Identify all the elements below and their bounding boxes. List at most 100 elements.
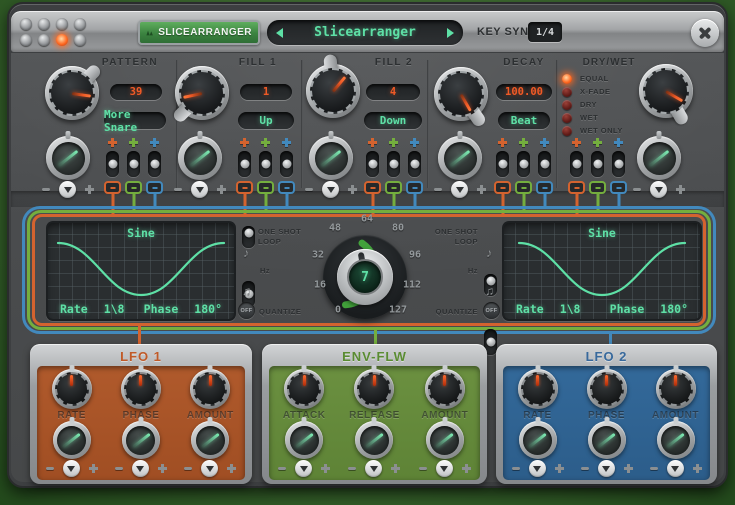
mod-toggle[interactable] <box>408 151 421 177</box>
next-preset-icon[interactable] <box>447 27 454 38</box>
dropdown-button[interactable] <box>62 460 80 477</box>
decay-mode-button[interactable]: Beat <box>498 112 550 129</box>
drywet-option[interactable]: WET ONLY <box>562 125 623 136</box>
quantize-off-button[interactable]: OFF <box>238 302 255 319</box>
minus-icon <box>348 467 357 470</box>
dropdown-button[interactable] <box>365 460 383 477</box>
fill2-knob[interactable] <box>306 54 360 118</box>
phase-value[interactable]: 180° <box>194 302 222 316</box>
mod-toggle[interactable] <box>517 151 530 177</box>
envflw-attack-fine-knob[interactable] <box>285 421 324 459</box>
plus-icon <box>368 138 377 147</box>
plus-icon <box>129 138 138 147</box>
prev-preset-icon[interactable] <box>276 27 283 38</box>
mod-toggle[interactable] <box>496 151 509 177</box>
fill2-value[interactable]: 4 <box>366 84 420 100</box>
fill1-knob[interactable] <box>171 66 229 125</box>
pattern-fine-knob[interactable] <box>46 136 90 180</box>
mod-toggle[interactable] <box>106 151 119 177</box>
one-shot-loop-toggle[interactable] <box>242 226 255 248</box>
drywet-option[interactable]: X-FADE <box>562 86 611 97</box>
plus-icon <box>348 185 357 194</box>
lfo1-amount-knob[interactable] <box>190 369 231 409</box>
drywet-option[interactable]: DRY <box>562 99 597 110</box>
envflw-amount-knob[interactable] <box>424 369 465 409</box>
center-knob[interactable]: 7 <box>337 249 393 305</box>
decay-value[interactable]: 100.00 <box>496 84 552 100</box>
rate-value[interactable]: 1\8 <box>560 302 581 316</box>
envflw-panel: ENV-FLW ATTACK RELEASE AMOUNT <box>262 344 487 484</box>
mod-toggle[interactable] <box>127 151 140 177</box>
mod-toggle[interactable] <box>148 151 161 177</box>
lfo1-rate-knob[interactable] <box>51 369 92 409</box>
dropdown-button[interactable] <box>650 181 667 198</box>
minus-icon <box>45 467 54 470</box>
dropdown-button[interactable] <box>528 460 546 477</box>
drywet-fine-knob[interactable] <box>637 136 681 180</box>
lfo2-rate-fine-knob[interactable] <box>518 421 557 459</box>
dropdown-button[interactable] <box>322 181 339 198</box>
envflw-attack-knob[interactable] <box>284 369 325 409</box>
dropdown-button[interactable] <box>451 181 468 198</box>
phase-value[interactable]: 180° <box>660 302 688 316</box>
lfo2-amount-fine-knob[interactable] <box>656 421 695 459</box>
lfo2-amount-knob[interactable] <box>655 369 696 409</box>
dropdown-button[interactable] <box>191 181 208 198</box>
lfo1-panel-title: LFO 1 <box>120 348 162 364</box>
rate-label: Rate <box>516 302 544 316</box>
mod-pin-icon <box>146 181 163 194</box>
mod-toggle[interactable] <box>570 151 583 177</box>
mod-toggle[interactable] <box>238 151 251 177</box>
dropdown-button[interactable] <box>435 460 453 477</box>
lfo1-phase-fine-knob[interactable] <box>121 421 160 459</box>
lfo1-amount-fine-knob[interactable] <box>191 421 230 459</box>
note-icon: ♪ <box>243 246 249 260</box>
lfo2-phase-fine-knob[interactable] <box>587 421 626 459</box>
pattern-mode-button[interactable]: More Snare <box>104 108 166 134</box>
drywet-option[interactable]: WET <box>562 112 598 123</box>
lfo1-rate-fine-knob[interactable] <box>52 421 91 459</box>
envflw-release-fine-knob[interactable] <box>355 421 394 459</box>
decay-knob[interactable] <box>434 67 488 129</box>
screw-icon <box>20 18 32 30</box>
fill2-fine-knob[interactable] <box>309 136 353 180</box>
rate-value[interactable]: 1\8 <box>104 302 125 316</box>
lfo2-panel: LFO 2 RATE PHASE AMOUNT <box>496 344 717 484</box>
mod-toggle[interactable] <box>366 151 379 177</box>
pattern-value[interactable]: 39 <box>110 84 162 100</box>
preset-selector[interactable]: Slicearranger <box>267 20 463 45</box>
dropdown-button[interactable] <box>597 460 615 477</box>
envflw-amount-fine-knob[interactable] <box>425 421 464 459</box>
mod-toggle[interactable] <box>259 151 272 177</box>
plus-icon <box>240 138 249 147</box>
dropdown-button[interactable] <box>295 460 313 477</box>
mod-toggle[interactable] <box>538 151 551 177</box>
mod-toggle[interactable] <box>280 151 293 177</box>
mod-toggle[interactable] <box>612 151 625 177</box>
preset-name[interactable]: Slicearranger <box>314 25 416 40</box>
fill1-fine-knob[interactable] <box>178 136 222 180</box>
fill1-mode-button[interactable]: Up <box>238 112 294 129</box>
beamed-note-icon: ♫ <box>242 284 251 298</box>
mod-toggle[interactable] <box>387 151 400 177</box>
drywet-knob[interactable] <box>639 64 693 127</box>
lfo2-rate-knob[interactable] <box>517 369 558 409</box>
lfo2-phase-knob[interactable] <box>586 369 627 409</box>
quantize-off-button[interactable]: OFF <box>483 302 500 319</box>
fill1-value[interactable]: 1 <box>240 84 292 100</box>
key-sync-value[interactable]: 1/4 <box>528 22 562 42</box>
pattern-knob[interactable] <box>45 62 103 120</box>
dropdown-button[interactable] <box>201 460 219 477</box>
knob-needle <box>183 91 203 99</box>
dropdown-button[interactable] <box>666 460 684 477</box>
mod-toggle[interactable] <box>591 151 604 177</box>
envflw-release-knob[interactable] <box>354 369 395 409</box>
dropdown-button[interactable] <box>59 181 76 198</box>
fill2-mode-button[interactable]: Down <box>364 112 422 129</box>
knob-needle <box>536 375 539 386</box>
close-button[interactable] <box>691 19 719 47</box>
lfo1-phase-knob[interactable] <box>120 369 161 409</box>
dropdown-button[interactable] <box>131 460 149 477</box>
decay-fine-knob[interactable] <box>438 136 482 180</box>
drywet-option[interactable]: EQUAL <box>562 73 609 84</box>
